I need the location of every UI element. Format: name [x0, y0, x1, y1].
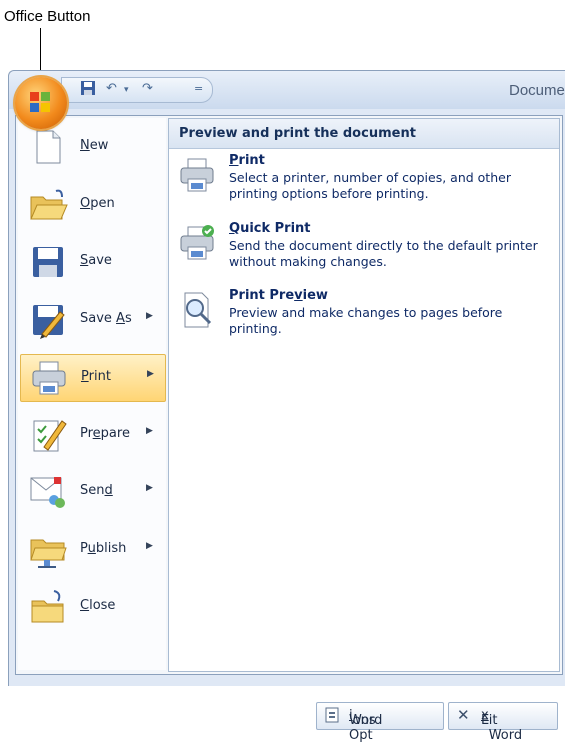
submenu-item-quick-print[interactable]: Quick Print Send the document directly to…	[177, 221, 549, 277]
word-options-label: Word Opt i ons	[349, 708, 383, 743]
exit-icon: ✕	[457, 706, 470, 724]
menu-item-label: New	[80, 138, 109, 153]
submenu-item-description: Preview and make changes to pages before…	[229, 305, 503, 336]
menu-item-open[interactable]: Open	[20, 182, 164, 228]
exit-word-label: Ex it Word	[481, 708, 523, 743]
close-folder-icon	[28, 587, 68, 627]
submenu-item-print[interactable]: Print Select a printer, number of copies,…	[177, 153, 549, 209]
menu-item-publish[interactable]: Publish ▶	[20, 527, 164, 573]
new-document-icon	[28, 127, 68, 167]
save-as-icon	[28, 300, 68, 340]
submenu-arrow-icon: ▶	[146, 540, 153, 551]
menu-item-label: Open	[80, 195, 115, 211]
quick-access-toolbar: ↶ ▾ ↷ =	[61, 77, 213, 103]
menu-item-label: Save As	[80, 310, 132, 326]
prepare-icon	[28, 415, 68, 455]
title-bar: ↶ ▾ ↷ = Docume	[9, 71, 565, 109]
menu-item-send[interactable]: Send ▶	[20, 469, 164, 515]
print-submenu: Preview and print the document Print Sele…	[168, 118, 560, 672]
menu-item-label: Close	[80, 598, 116, 613]
menu-item-label: Save	[80, 253, 112, 268]
window-title: Docume	[509, 82, 565, 99]
submenu-header: Preview and print the document	[169, 119, 559, 149]
open-folder-icon	[28, 185, 68, 225]
menu-item-label: Print	[81, 369, 111, 384]
office-button[interactable]	[15, 77, 67, 129]
undo-dropdown-icon[interactable]: ▾	[124, 85, 129, 95]
menu-item-print[interactable]: Print ▶	[20, 354, 166, 402]
submenu-arrow-icon: ▶	[146, 310, 153, 321]
callout-label: Office Button	[4, 8, 91, 25]
printer-icon	[177, 155, 217, 195]
submenu-item-description: Select a printer, number of copies, and …	[229, 170, 511, 201]
word-window: ↶ ▾ ↷ = Docume New Open Save Save As ▶ Print ▶…	[8, 70, 565, 743]
printer-icon	[29, 358, 69, 398]
word-options-icon	[325, 707, 339, 727]
menu-item-save[interactable]: Save	[20, 239, 164, 285]
redo-icon[interactable]: ↷	[142, 81, 153, 96]
office-logo-icon	[30, 92, 52, 114]
print-preview-icon	[177, 290, 217, 330]
exit-word-button[interactable]: ✕ Ex it Word	[448, 702, 558, 743]
menu-item-label: Send	[80, 483, 113, 498]
save-icon[interactable]	[80, 80, 96, 100]
save-icon	[28, 242, 68, 282]
submenu-item-title: Print	[229, 153, 265, 168]
office-menu-commands: New Open Save Save As ▶ Print ▶ Prepare ▶ Send ▶ Pu…	[18, 118, 166, 670]
customize-qat-icon[interactable]: =	[194, 82, 203, 95]
menu-item-prepare[interactable]: Prepare ▶	[20, 412, 164, 458]
submenu-item-description: Send the document directly to the defaul…	[229, 238, 538, 269]
quick-print-icon	[177, 223, 217, 263]
send-icon	[28, 472, 68, 512]
submenu-arrow-icon: ▶	[146, 483, 153, 493]
menu-item-close[interactable]: Close	[20, 584, 164, 630]
publish-icon	[28, 530, 68, 570]
word-options-button[interactable]: Word Opt i ons	[316, 702, 444, 743]
menu-item-label: Prepare	[80, 425, 130, 441]
undo-icon[interactable]: ↶	[106, 81, 117, 96]
menu-item-new[interactable]: New	[20, 124, 164, 170]
submenu-item-title: Quick Print	[229, 221, 311, 236]
menu-item-save-as[interactable]: Save As ▶	[20, 297, 164, 343]
submenu-title: Preview and print the document	[179, 126, 416, 141]
submenu-arrow-icon: ▶	[147, 369, 154, 379]
submenu-arrow-icon: ▶	[146, 425, 153, 436]
submenu-item-print-preview[interactable]: Print Preview Preview and make changes to…	[177, 288, 549, 344]
menu-item-label: Publish	[80, 540, 127, 556]
office-menu: New Open Save Save As ▶ Print ▶ Prepare ▶ Send ▶ Pu…	[15, 115, 563, 743]
submenu-item-title: Print Preview	[229, 288, 328, 303]
